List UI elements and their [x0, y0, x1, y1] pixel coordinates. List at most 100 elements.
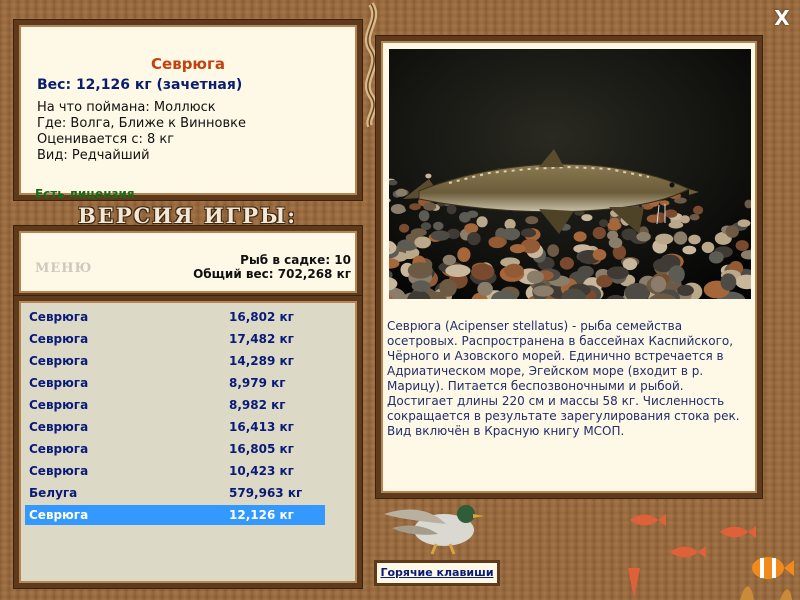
- pebble: [509, 244, 526, 254]
- pebble: [467, 232, 481, 246]
- pebble: [701, 241, 715, 254]
- pebble: [414, 236, 431, 249]
- pebble: [476, 216, 488, 228]
- pebble: [445, 264, 471, 277]
- duck-icon: [384, 505, 484, 555]
- pebble: [425, 173, 432, 179]
- catch-row-name: Севрюга: [29, 398, 89, 412]
- catch-row-name: Белуга: [29, 486, 78, 500]
- pebble: [737, 219, 751, 227]
- license-status: Есть лицензия: [35, 187, 135, 201]
- pebble: [682, 245, 697, 255]
- pebble: [621, 228, 637, 241]
- pebble: [442, 254, 457, 266]
- pebble: [680, 215, 690, 224]
- pebble: [395, 188, 407, 197]
- catch-row-name: Севрюга: [29, 354, 89, 368]
- pebble: [655, 233, 674, 245]
- catch-row-weight: 10,423 кг: [229, 464, 294, 478]
- pebble: [391, 206, 406, 214]
- catch-row[interactable]: Севрюга 8,979 кг: [25, 373, 325, 393]
- catch-row-name: Севрюга: [29, 464, 89, 478]
- pebble: [423, 202, 437, 211]
- pebble: [477, 281, 493, 296]
- pebble: [689, 214, 700, 221]
- pebble: [504, 263, 524, 278]
- catch-row[interactable]: Белуга 579,963 кг: [25, 483, 325, 503]
- pebble: [547, 244, 560, 257]
- hotkeys-button[interactable]: Горячие клавиши: [374, 560, 500, 586]
- pebble: [420, 222, 432, 231]
- catch-row-weight: 8,982 кг: [229, 398, 286, 412]
- catch-row-weight: 16,805 кг: [229, 442, 294, 456]
- catch-row[interactable]: Севрюга 17,482 кг: [25, 329, 325, 349]
- pebble: [735, 240, 749, 251]
- pebble: [693, 205, 704, 215]
- pebble: [411, 280, 431, 292]
- pebble: [664, 209, 678, 218]
- pebble: [439, 279, 457, 297]
- catch-row-weight: 14,289 кг: [229, 354, 294, 368]
- fish-photo: [389, 49, 751, 299]
- catch-row-name: Севрюга: [29, 442, 89, 456]
- pebble: [650, 276, 667, 293]
- catch-row-weight: 16,802 кг: [229, 310, 294, 324]
- pebble: [471, 263, 495, 280]
- fish-kind: Вид: Редчайший: [37, 148, 150, 163]
- pebble: [526, 270, 544, 284]
- pebble: [606, 266, 629, 280]
- catch-row[interactable]: Севрюга 14,289 кг: [25, 351, 325, 371]
- catch-row-weight: 8,979 кг: [229, 376, 286, 390]
- catch-row[interactable]: Севрюга 16,413 кг: [25, 417, 325, 437]
- pebble: [668, 265, 685, 284]
- pebble: [430, 230, 450, 241]
- pebble: [592, 226, 606, 240]
- pebble: [399, 223, 410, 233]
- fish-weight: Вес: 12,126 кг (зачетная): [37, 77, 243, 93]
- pebble: [525, 216, 539, 225]
- catch-row[interactable]: Севрюга 16,805 кг: [25, 439, 325, 459]
- fish-school-icon: [628, 514, 794, 600]
- keepnet-total-weight: Общий вес: 702,268 кг: [193, 267, 351, 281]
- catch-row-weight: 12,126 кг: [229, 508, 294, 522]
- fish-description: Севрюга (Acipenser stellatus) - рыба сем…: [387, 319, 740, 438]
- catch-row[interactable]: Севрюга 12,126 кг: [25, 505, 325, 525]
- pebble: [457, 247, 471, 262]
- catch-row-name: Севрюга: [29, 332, 89, 346]
- pebble: [488, 236, 506, 249]
- catch-list-panel: Севрюга 16,802 кг Севрюга 17,482 кг Севр…: [14, 296, 362, 588]
- pebble: [533, 285, 554, 297]
- pebble: [677, 284, 694, 296]
- fish-bait: На что поймана: Моллюск: [37, 100, 216, 115]
- pebble: [688, 234, 701, 245]
- pebble: [599, 219, 609, 228]
- pebble: [708, 251, 724, 264]
- fish-rated-from: Оценивается с: 8 кг: [37, 132, 175, 147]
- menu-button[interactable]: МЕНЮ: [35, 261, 92, 276]
- fish-info-panel: Севрюга Вес: 12,126 кг (зачетная) На что…: [14, 20, 362, 201]
- pebble: [607, 230, 619, 241]
- pebble: [577, 265, 594, 278]
- catch-row-weight: 16,413 кг: [229, 420, 294, 434]
- pebble: [407, 262, 433, 279]
- catch-row-name: Севрюга: [29, 310, 89, 324]
- catch-row[interactable]: Севрюга 8,982 кг: [25, 395, 325, 415]
- pebble: [464, 223, 479, 234]
- catch-row[interactable]: Севрюга 16,802 кг: [25, 307, 325, 327]
- catch-row-weight: 17,482 кг: [229, 332, 294, 346]
- catch-row[interactable]: Севрюга 10,423 кг: [25, 461, 325, 481]
- fish-name: Севрюга: [151, 55, 225, 73]
- pebble: [504, 218, 516, 230]
- catch-row-name: Севрюга: [29, 420, 89, 434]
- pebble: [520, 228, 537, 238]
- pebble: [725, 225, 739, 238]
- pebble: [559, 257, 574, 270]
- pebble: [433, 221, 444, 231]
- fish-details-panel: Севрюга (Acipenser stellatus) - рыба сем…: [376, 36, 762, 498]
- catch-row-name: Севрюга: [29, 376, 89, 390]
- close-button[interactable]: X: [770, 6, 794, 30]
- pebble: [720, 273, 737, 291]
- catch-row-name: Севрюга: [29, 508, 89, 522]
- fish-location: Где: Волга, Ближе к Винновке: [37, 116, 247, 131]
- pebble: [674, 231, 688, 245]
